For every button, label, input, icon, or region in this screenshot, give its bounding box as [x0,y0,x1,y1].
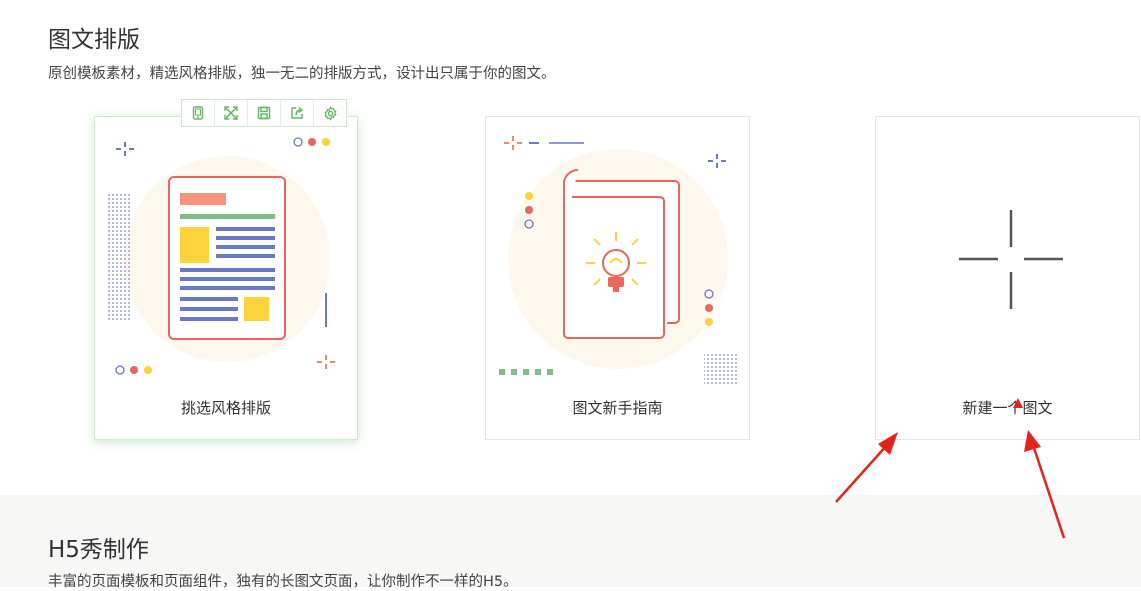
card-create-new[interactable]: 新建一个图文 [875,116,1140,440]
plus-icon [959,210,1063,309]
fullscreen-icon[interactable] [215,100,248,126]
settings-icon[interactable] [314,100,346,126]
document-illustration [107,137,335,375]
card-label: 图文新手指南 [572,399,663,417]
section-description-h5: 丰富的页面模板和页面组件，独有的长图文页面，让你制作不一样的H5。 [48,574,518,590]
card-beginner-guide[interactable]: 图文新手指南 [485,116,750,440]
section-title-layout: 图文排版 [48,27,140,53]
card-pick-style[interactable]: 挑选风格排版 [94,116,358,440]
share-icon[interactable] [281,100,314,126]
phone-preview-icon[interactable] [182,100,215,126]
card-toolbar [181,99,347,127]
section-title-h5: H5秀制作 [48,537,149,563]
section-description-layout: 原创模板素材，精选风格排版，独一无二的排版方式，设计出只属于你的图文。 [48,66,556,82]
save-icon[interactable] [248,100,281,126]
card-label: 新建一个图文 [962,399,1053,417]
guide-book-illustration [499,136,738,386]
card-label: 挑选风格排版 [180,399,271,417]
